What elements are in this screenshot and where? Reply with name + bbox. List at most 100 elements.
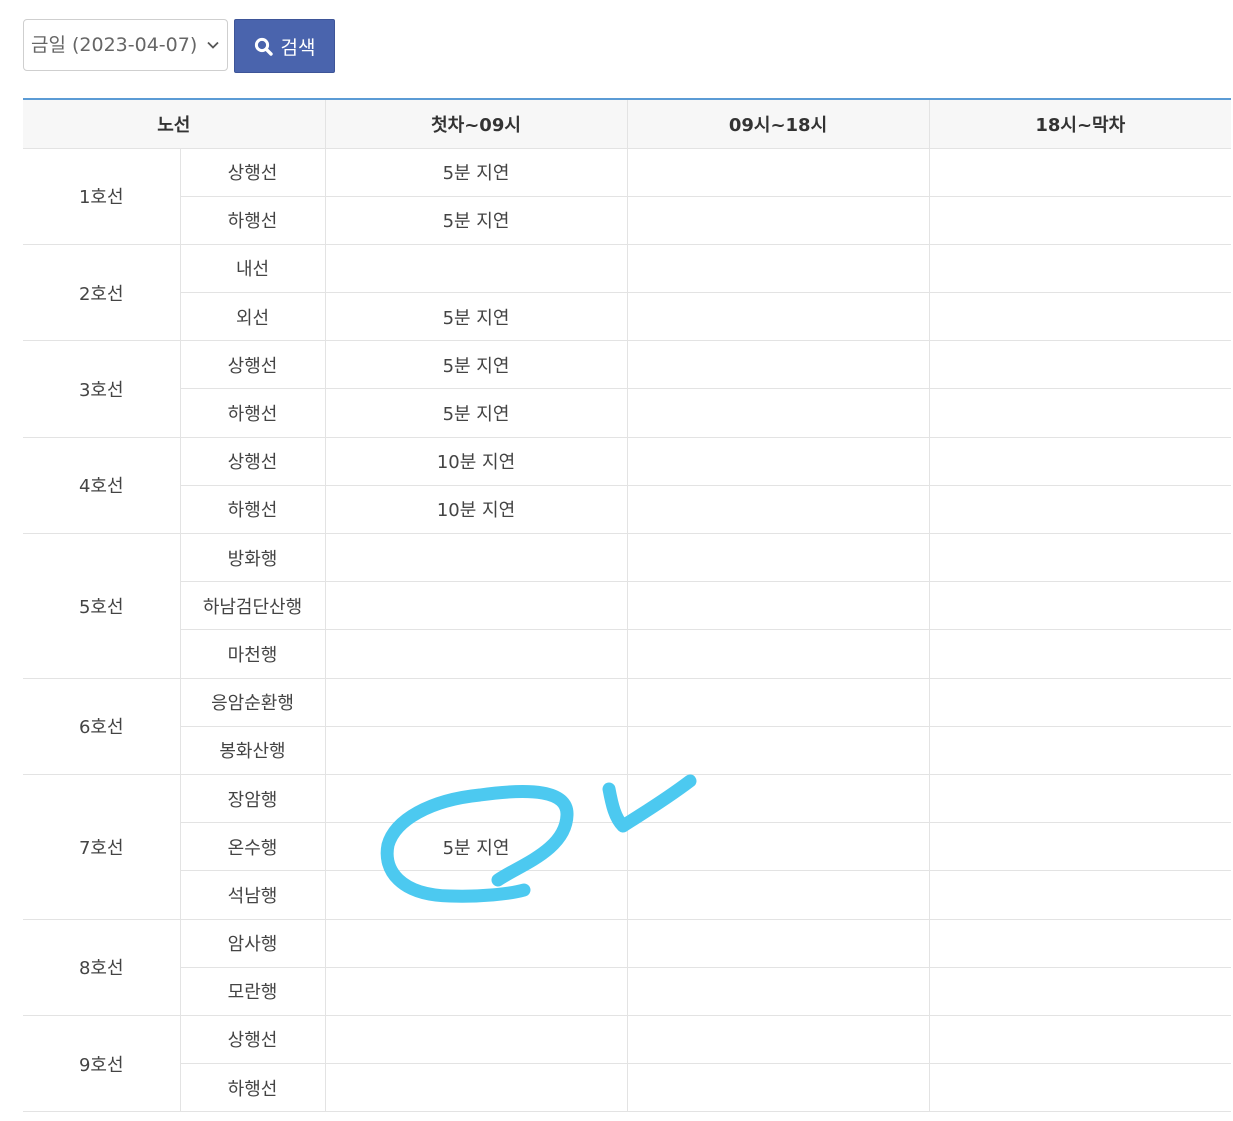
direction-cell: 상행선 [179, 147, 325, 197]
direction-cell: 방화행 [179, 532, 325, 583]
18-to-last-cell [928, 388, 1231, 438]
first-to-09-cell [324, 581, 627, 631]
search-button[interactable]: 검색 [234, 19, 335, 73]
18-to-last-cell [928, 870, 1231, 920]
18-to-last-cell [928, 243, 1231, 294]
table-row: 4호선 상행선 10분 지연 [23, 436, 1231, 535]
09-to-18-cell [626, 629, 929, 679]
direction-cell: 온수행 [179, 822, 325, 872]
table-row: 6호선 응암순환행 [23, 677, 1231, 775]
line-name-cell: 7호선 [23, 773, 180, 920]
direction-cell: 하행선 [179, 484, 325, 535]
delay-table: 노선 첫차~09시 09시~18시 18시~막차 1호선 상행선 5분 지연 하행선 5… [23, 98, 1231, 1113]
line-name-cell: 4호선 [23, 436, 180, 535]
first-to-09-cell: 5분 지연 [324, 195, 627, 245]
table-row: 하행선 10분 지연 [23, 484, 1231, 535]
table-row: 봉화산행 [23, 725, 1231, 775]
line-name-cell: 2호선 [23, 243, 180, 342]
direction-cell: 상행선 [179, 436, 325, 486]
table-row: 하남검단산행 [23, 581, 1231, 631]
direction-cell: 석남행 [179, 870, 325, 920]
line-name-cell: 9호선 [23, 1014, 180, 1113]
18-to-last-cell [928, 484, 1231, 535]
18-to-last-cell [928, 147, 1231, 197]
search-button-label: 검색 [280, 36, 316, 59]
09-to-18-cell [626, 725, 929, 775]
09-to-18-cell [626, 388, 929, 438]
header-09-to-18: 09시~18시 [626, 98, 929, 149]
18-to-last-cell [928, 1063, 1231, 1113]
09-to-18-cell [626, 870, 929, 920]
table-row: 하행선 [23, 1063, 1231, 1113]
18-to-last-cell [928, 340, 1231, 390]
table-row: 8호선 암사행 [23, 918, 1231, 1016]
18-to-last-cell [928, 725, 1231, 775]
18-to-last-cell [928, 195, 1231, 245]
direction-cell: 마천행 [179, 629, 325, 679]
table-body: 1호선 상행선 5분 지연 하행선 5분 지연 2호선 내선 외선 5분 지연 3호선 상행선 5분 … [23, 147, 1231, 1113]
direction-cell: 하행선 [179, 195, 325, 245]
first-to-09-cell [324, 1014, 627, 1065]
18-to-last-cell [928, 966, 1231, 1016]
table-row: 하행선 5분 지연 [23, 195, 1231, 245]
first-to-09-cell: 5분 지연 [324, 147, 627, 197]
first-to-09-cell: 10분 지연 [324, 436, 627, 486]
09-to-18-cell [626, 340, 929, 390]
first-to-09-cell: 5분 지연 [324, 292, 627, 342]
09-to-18-cell [626, 1063, 929, 1113]
18-to-last-cell [928, 532, 1231, 583]
direction-cell: 하행선 [179, 388, 325, 438]
search-icon [254, 37, 273, 56]
18-to-last-cell [928, 629, 1231, 679]
date-select[interactable]: 금일 (2023-04-07) [23, 19, 228, 71]
direction-cell: 하행선 [179, 1063, 325, 1113]
09-to-18-cell [626, 243, 929, 294]
table-row: 석남행 [23, 870, 1231, 920]
line-name-cell: 3호선 [23, 340, 180, 438]
direction-cell: 모란행 [179, 966, 325, 1016]
09-to-18-cell [626, 147, 929, 197]
header-first-to-09: 첫차~09시 [324, 98, 627, 149]
18-to-last-cell [928, 1014, 1231, 1065]
header-18-to-last: 18시~막차 [928, 98, 1231, 149]
table-row: 마천행 [23, 629, 1231, 679]
table-header-row: 노선 첫차~09시 09시~18시 18시~막차 [23, 98, 1231, 149]
first-to-09-cell [324, 1063, 627, 1113]
first-to-09-cell [324, 532, 627, 583]
table-row: 7호선 장암행 [23, 773, 1231, 920]
table-row: 5호선 방화행 [23, 532, 1231, 679]
line-name-cell: 5호선 [23, 533, 180, 679]
09-to-18-cell [626, 436, 929, 486]
header-line: 노선 [23, 98, 325, 149]
direction-cell: 하남검단산행 [179, 581, 325, 631]
09-to-18-cell [626, 966, 929, 1016]
direction-cell: 장암행 [179, 773, 325, 824]
direction-cell: 상행선 [179, 340, 325, 390]
direction-cell: 상행선 [179, 1014, 325, 1065]
first-to-09-cell [324, 243, 627, 294]
09-to-18-cell [626, 822, 929, 872]
direction-cell: 응암순환행 [179, 677, 325, 727]
line-name-cell: 6호선 [23, 677, 180, 775]
table-row: 1호선 상행선 5분 지연 [23, 147, 1231, 245]
09-to-18-cell [626, 532, 929, 583]
table-row: 3호선 상행선 5분 지연 [23, 340, 1231, 438]
first-to-09-cell: 10분 지연 [324, 484, 627, 535]
09-to-18-cell [626, 292, 929, 342]
18-to-last-cell [928, 292, 1231, 342]
first-to-09-cell: 5분 지연 [324, 340, 627, 390]
line-name-cell: 1호선 [23, 147, 180, 245]
table-row: 온수행 5분 지연 [23, 822, 1231, 872]
first-to-09-cell [324, 677, 627, 727]
first-to-09-cell [324, 725, 627, 775]
09-to-18-cell [626, 918, 929, 968]
first-to-09-cell [324, 870, 627, 920]
direction-cell: 내선 [179, 243, 325, 294]
18-to-last-cell [928, 918, 1231, 968]
chevron-down-icon [206, 20, 220, 70]
09-to-18-cell [626, 195, 929, 245]
table-row: 모란행 [23, 966, 1231, 1016]
18-to-last-cell [928, 677, 1231, 727]
09-to-18-cell [626, 581, 929, 631]
direction-cell: 봉화산행 [179, 725, 325, 775]
